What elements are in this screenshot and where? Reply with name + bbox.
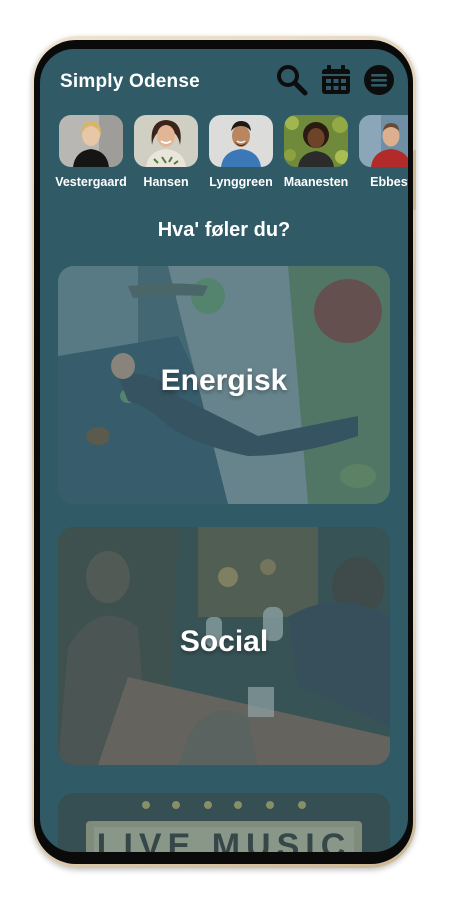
- mood-question: Hva' føler du?: [157, 219, 291, 241]
- story-maanesten[interactable]: Maanesten: [276, 115, 356, 189]
- card-overlay: [58, 793, 390, 852]
- avatar: [209, 115, 273, 167]
- mood-card-social[interactable]: Social: [58, 527, 390, 765]
- stories-row: Vestergaard Hansen Lynggreen Maanesten E…: [54, 115, 408, 195]
- avatar: [59, 115, 123, 167]
- story-name: Vestergaard: [55, 175, 127, 189]
- story-hansen[interactable]: Hansen: [126, 115, 206, 189]
- story-ebbest[interactable]: Ebbest: [351, 115, 408, 189]
- mood-card-label: Energisk: [160, 364, 288, 397]
- mood-card-energisk[interactable]: Energisk: [58, 266, 390, 504]
- story-vestergaard[interactable]: Vestergaard: [54, 115, 131, 189]
- calendar-icon[interactable]: [319, 63, 353, 97]
- story-lynggreen[interactable]: Lynggreen: [201, 115, 281, 189]
- avatar: [359, 115, 408, 167]
- story-name: Lynggreen: [209, 175, 273, 189]
- mood-card-label: Social: [179, 625, 269, 658]
- avatar: [134, 115, 198, 167]
- search-icon[interactable]: [275, 63, 309, 97]
- mood-card-live-music[interactable]: LIVE MUSIC: [58, 793, 390, 852]
- app-title: Simply Odense: [60, 71, 200, 92]
- story-name: Hansen: [143, 175, 189, 189]
- app-screen: Simply Odense Vestergaard Hansen Lynggre…: [40, 49, 408, 852]
- menu-icon[interactable]: [362, 63, 396, 97]
- phone-side-button: [413, 150, 416, 210]
- story-name: Ebbest: [370, 175, 408, 189]
- story-name: Maanesten: [283, 175, 349, 189]
- avatar: [284, 115, 348, 167]
